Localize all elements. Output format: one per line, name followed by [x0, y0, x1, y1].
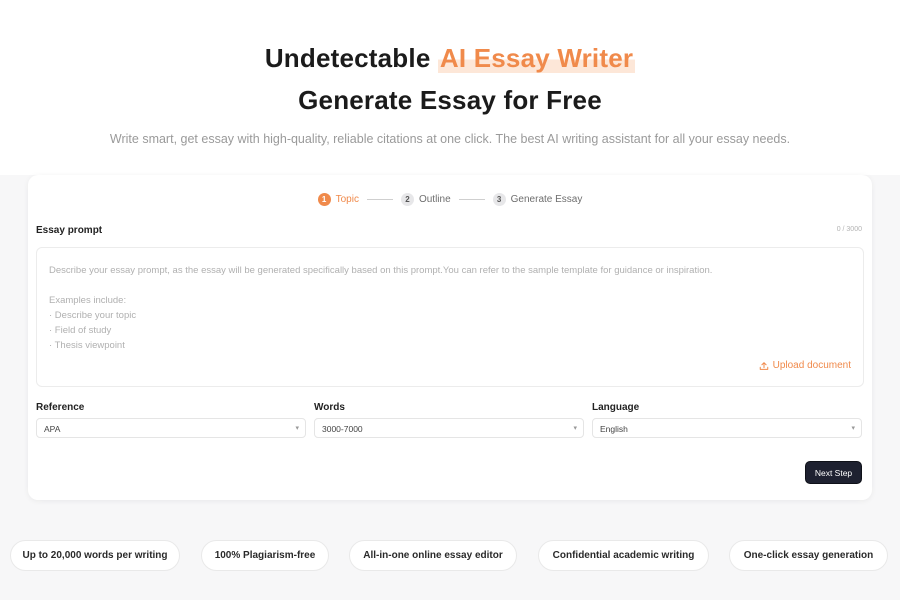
page-title: Undetectable AI Essay Writer [0, 43, 900, 74]
title-prefix: Undetectable [264, 43, 438, 73]
chevron-down-icon: ▾ [573, 425, 577, 432]
reference-value: APA [44, 424, 61, 434]
chevron-down-icon: ▾ [295, 425, 299, 432]
feature-pill: 100% Plagiarism-free [201, 540, 329, 571]
words-label: Words [314, 402, 345, 413]
step-number: 2 [400, 193, 414, 206]
feature-pill: Up to 20,000 words per writing [10, 540, 180, 571]
step-outline[interactable]: 2 Outline [400, 193, 451, 206]
hero-description: Write smart, get essay with high-quality… [109, 132, 791, 146]
prompt-placeholder: Describe your essay prompt, as the essay… [49, 265, 713, 351]
hero-section: Undetectable AI Essay Writer Generate Es… [0, 0, 900, 175]
language-value: English [600, 424, 628, 434]
stepper: 1 Topic 2 Outline 3 Generate Essay [28, 193, 872, 206]
step-label: Generate Essay [510, 194, 583, 205]
step-connector [366, 199, 393, 200]
upload-document-label: Upload document [772, 360, 851, 371]
upload-document-button[interactable]: Upload document [759, 360, 851, 371]
step-topic[interactable]: 1 Topic [317, 193, 359, 206]
feature-pill: All-in-one online essay editor [349, 540, 517, 571]
essay-prompt-textarea[interactable]: Describe your essay prompt, as the essay… [36, 247, 864, 387]
step-number: 3 [492, 193, 506, 206]
step-label: Outline [418, 194, 451, 205]
essay-prompt-label: Essay prompt [36, 225, 103, 236]
words-select[interactable]: 3000-7000 ▾ [314, 418, 584, 438]
upload-icon [759, 361, 768, 370]
essay-form-card: 1 Topic 2 Outline 3 Generate Essay Essay… [28, 175, 872, 500]
language-label: Language [592, 402, 640, 413]
reference-select[interactable]: APA ▾ [36, 418, 306, 438]
title-accent: AI Essay Writer [437, 43, 636, 73]
words-value: 3000-7000 [322, 424, 363, 434]
character-counter: 0 / 3000 [836, 226, 862, 233]
language-select[interactable]: English ▾ [592, 418, 862, 438]
step-number: 1 [317, 193, 331, 206]
feature-pill: Confidential academic writing [538, 540, 709, 571]
next-step-button[interactable]: Next Step [805, 461, 862, 484]
reference-label: Reference [36, 402, 85, 413]
step-connector [458, 199, 485, 200]
step-label: Topic [335, 194, 359, 205]
feature-pill: One-click essay generation [729, 540, 888, 571]
chevron-down-icon: ▾ [851, 425, 855, 432]
page-subheading: Generate Essay for Free [298, 85, 602, 115]
step-generate-essay[interactable]: 3 Generate Essay [492, 193, 583, 206]
